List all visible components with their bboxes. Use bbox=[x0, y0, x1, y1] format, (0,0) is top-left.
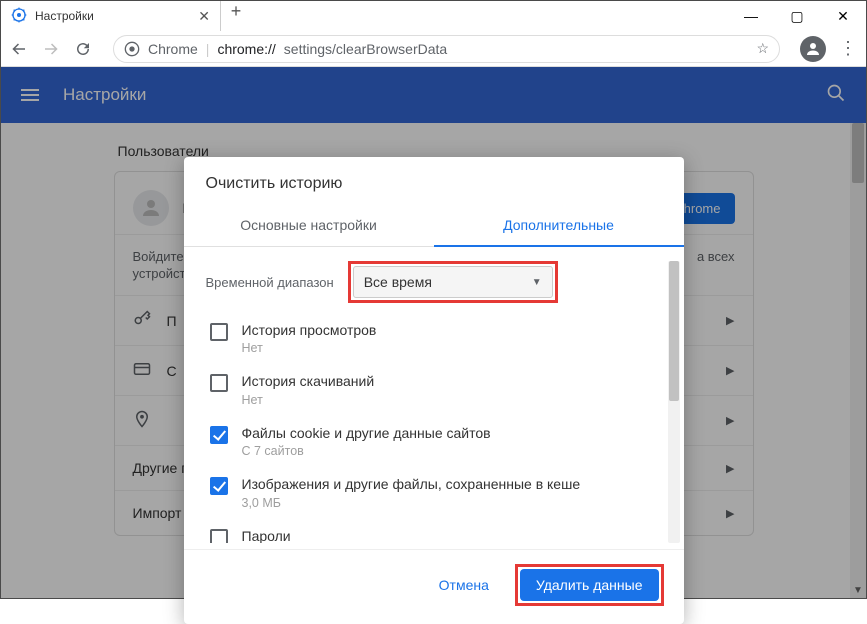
address-bar[interactable]: Chrome | chrome://settings/clearBrowserD… bbox=[113, 35, 780, 63]
new-tab-button[interactable]: + bbox=[221, 1, 251, 22]
maximize-button[interactable]: ▢ bbox=[774, 1, 820, 31]
option-passwords[interactable]: ПаролиНет bbox=[206, 519, 662, 543]
checkbox-cached-images[interactable] bbox=[210, 477, 228, 495]
option-sub: Нет bbox=[242, 340, 377, 356]
close-tab-icon[interactable]: ✕ bbox=[198, 8, 210, 25]
option-browsing-history[interactable]: История просмотров Нет bbox=[206, 313, 662, 364]
option-label: Изображения и другие файлы, сохраненные … bbox=[242, 476, 581, 492]
options-list: История просмотров Нет История скачиваний… bbox=[206, 313, 662, 543]
checkbox-cookies[interactable] bbox=[210, 426, 228, 444]
back-button[interactable] bbox=[9, 39, 29, 59]
window-titlebar: Настройки ✕ + — ▢ ✕ bbox=[1, 1, 866, 31]
option-sub: Нет bbox=[242, 392, 375, 408]
time-range-label: Временной диапазон bbox=[206, 275, 334, 290]
address-path: settings/clearBrowserData bbox=[284, 41, 447, 57]
confirm-highlight: Удалить данные bbox=[515, 564, 664, 606]
dialog-scroll-thumb[interactable] bbox=[669, 261, 679, 401]
time-range-highlight: Все время ▼ bbox=[348, 261, 558, 303]
option-sub: 3,0 МБ bbox=[242, 495, 581, 511]
window-controls: — ▢ ✕ bbox=[728, 1, 866, 31]
option-label: История скачиваний bbox=[242, 373, 375, 389]
close-window-button[interactable]: ✕ bbox=[820, 1, 866, 31]
option-label: Пароли bbox=[242, 528, 291, 543]
checkbox-passwords[interactable] bbox=[210, 529, 228, 543]
option-label: История просмотров bbox=[242, 322, 377, 338]
caret-down-icon: ▼ bbox=[532, 277, 542, 288]
dialog-title: Очистить историю bbox=[184, 157, 684, 205]
address-scheme: Chrome bbox=[148, 41, 198, 57]
checkbox-browsing-history[interactable] bbox=[210, 323, 228, 341]
reload-button[interactable] bbox=[73, 39, 93, 59]
gear-icon bbox=[11, 7, 27, 26]
browser-toolbar: Chrome | chrome://settings/clearBrowserD… bbox=[1, 31, 866, 67]
clear-data-button[interactable]: Удалить данные bbox=[520, 569, 659, 601]
dialog-footer: Отмена Удалить данные bbox=[184, 549, 684, 624]
dialog-tabs: Основные настройки Дополнительные bbox=[184, 205, 684, 247]
time-range-row: Временной диапазон Все время ▼ bbox=[206, 261, 662, 303]
browser-tab[interactable]: Настройки ✕ bbox=[1, 1, 221, 31]
kebab-menu-button[interactable]: ⋮ bbox=[838, 38, 858, 59]
chrome-icon bbox=[124, 41, 140, 57]
dialog-scrollbar[interactable] bbox=[668, 261, 680, 543]
time-range-select[interactable]: Все время ▼ bbox=[353, 266, 553, 298]
bookmark-star-icon[interactable]: ☆ bbox=[756, 40, 769, 57]
address-protocol: chrome:// bbox=[217, 41, 275, 57]
option-cookies[interactable]: Файлы cookie и другие данные сайтов С 7 с… bbox=[206, 416, 662, 467]
minimize-button[interactable]: — bbox=[728, 1, 774, 31]
option-download-history[interactable]: История скачиваний Нет bbox=[206, 364, 662, 415]
checkbox-download-history[interactable] bbox=[210, 374, 228, 392]
option-cached-images[interactable]: Изображения и другие файлы, сохраненные … bbox=[206, 467, 662, 518]
tab-basic[interactable]: Основные настройки bbox=[184, 205, 434, 247]
option-sub: С 7 сайтов bbox=[242, 443, 491, 459]
forward-button[interactable] bbox=[41, 39, 61, 59]
time-range-value: Все время bbox=[364, 274, 432, 290]
profile-avatar-button[interactable] bbox=[800, 36, 826, 62]
cancel-button[interactable]: Отмена bbox=[423, 569, 505, 601]
tab-title: Настройки bbox=[35, 9, 190, 23]
option-label: Файлы cookie и другие данные сайтов bbox=[242, 425, 491, 441]
dialog-body: Временной диапазон Все время ▼ История п… bbox=[184, 247, 684, 549]
settings-page: Настройки Пользователи П Chrome Войдите … bbox=[1, 67, 866, 598]
tab-advanced[interactable]: Дополнительные bbox=[434, 205, 684, 247]
clear-browsing-data-dialog: Очистить историю Основные настройки Допо… bbox=[184, 157, 684, 624]
